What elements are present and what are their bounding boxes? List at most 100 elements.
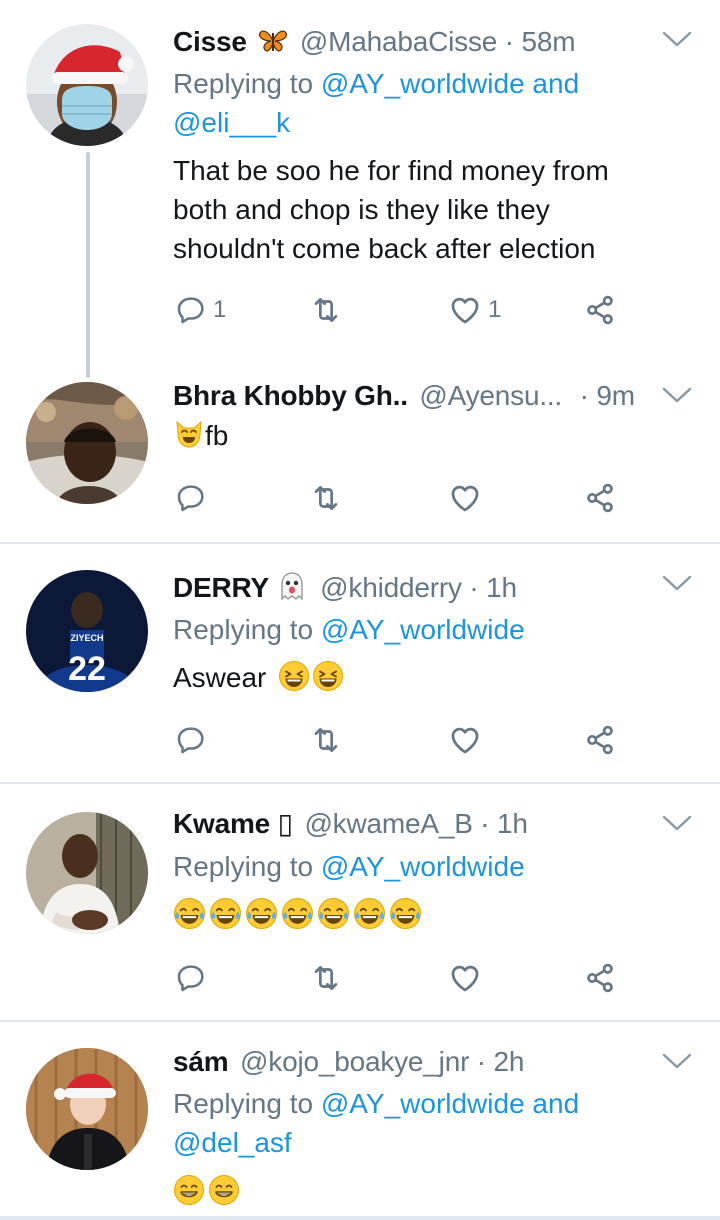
tweet-item[interactable]: Bhra Khobby Gh.. @Ayensu... · 9m fb [0,376,720,542]
share-button[interactable] [583,288,617,332]
like-icon [448,961,482,995]
chevron-down-icon[interactable] [660,384,694,406]
display-name[interactable]: Bhra Khobby Gh.. [173,380,408,411]
tweet-timestamp[interactable]: 1h [497,808,528,839]
tweet-item[interactable]: Cisse @MahabaCisse · 58m Replying to @AY… [0,0,720,376]
tears-of-joy-icon [209,897,242,930]
chevron-down-icon[interactable] [660,28,694,50]
replying-to-label: Replying to [173,851,314,882]
share-icon [583,293,617,327]
retweet-button[interactable] [309,956,343,1000]
like-button[interactable] [448,956,482,1000]
reply-button[interactable]: 1 [175,288,226,332]
reply-button[interactable] [175,476,207,520]
reply-button[interactable] [175,718,207,762]
reply-button[interactable] [175,956,207,1000]
jersey-name: ZIYECH [70,633,103,643]
share-icon [583,961,617,995]
replying-to-line: Replying to @AY_worldwide [173,848,525,886]
retweet-button[interactable] [309,476,343,520]
retweet-icon [309,723,343,757]
avatar[interactable] [26,1048,148,1170]
avatar[interactable] [26,24,148,146]
tweet-item[interactable]: sám @kojo_boakye_jnr · 2h Replying to @A… [0,1022,720,1220]
tears-of-joy-icon [173,897,206,930]
user-handle[interactable]: @khidderry [320,572,462,603]
tweet-text: That be soo he for find money from both … [173,151,673,268]
reply-count: 1 [213,296,227,323]
replying-to-label: Replying to [173,1088,314,1119]
like-button[interactable] [448,718,482,762]
share-button[interactable] [583,956,617,1000]
tweet-text [173,896,673,935]
tweet-header: DERRY @khidderry · 1h [173,570,517,610]
beaming-face-icon [208,1174,240,1206]
chevron-down-icon[interactable] [660,1050,694,1072]
retweet-button[interactable] [309,718,343,762]
like-icon [448,481,482,515]
chevron-down-icon[interactable] [660,812,694,834]
user-handle[interactable]: @Ayensu... [419,380,562,411]
like-button[interactable]: 1 [448,288,501,332]
reply-icon [175,294,207,326]
mention-link[interactable]: @eli___k [173,107,290,138]
replying-to-line-2: @eli___k [173,104,290,142]
tweet-text-line: both and chop is they like they [173,194,550,225]
display-name[interactable]: Kwame [173,808,270,839]
tweet-text: Aswear [173,658,673,697]
retweet-button[interactable] [309,288,343,332]
chevron-down-icon[interactable] [660,572,694,594]
separator-dot: · [579,380,589,411]
like-icon [448,723,482,757]
mention-link[interactable]: @AY_worldwide [321,614,525,645]
tweet-text: fb [173,416,673,460]
display-name[interactable]: Cisse [173,26,247,57]
avatar[interactable] [26,382,148,504]
mention-link[interactable]: @del_asf [173,1127,292,1158]
grinning-squinting-face-icon [312,660,344,692]
tweet-divider [0,1216,720,1220]
avatar[interactable] [26,812,148,934]
tweet-text-content: fb [205,420,229,451]
retweet-icon [309,293,343,327]
like-button[interactable] [448,476,482,520]
user-handle[interactable]: @kwameA_B [304,808,472,839]
separator-dot: · [476,1046,486,1077]
mention-link[interactable]: @AY_worldwide and [321,1088,579,1119]
separator-dot: · [469,572,479,603]
replying-to-line-2: @del_asf [173,1124,292,1162]
display-name[interactable]: sám [173,1046,229,1077]
tweet-item[interactable]: Kwame ▯ @kwameA_B · 1h Replying to @AY_w… [0,784,720,1020]
tweet-text-line: That be soo he for find money from [173,155,609,186]
replying-to-label: Replying to [173,614,314,645]
mention-link[interactable]: @AY_worldwide [321,851,525,882]
butterfly-icon [258,27,288,64]
smiling-cat-emoji-icon [173,418,205,460]
tweet-timestamp[interactable]: 9m [596,380,635,411]
tweet-timestamp[interactable]: 1h [486,572,517,603]
tweet-timestamp[interactable]: 2h [494,1046,525,1077]
reply-icon [175,724,207,756]
tweet-timestamp[interactable]: 58m [521,26,575,57]
avatar[interactable]: ZIYECH 22 [26,570,148,692]
replying-to-line: Replying to @AY_worldwide [173,611,525,649]
separator-dot: · [480,808,490,839]
like-icon [448,293,482,327]
tweet-actions [173,956,653,1000]
tweet-actions: 1 1 [173,288,653,332]
replying-to-line: Replying to @AY_worldwide and [173,1085,579,1123]
grinning-squinting-face-icon [278,660,310,692]
tweet-text-line: shouldn't come back after election [173,233,596,264]
retweet-icon [309,481,343,515]
tears-of-joy-icon [353,897,386,930]
display-name[interactable]: DERRY [173,572,269,603]
user-handle[interactable]: @kojo_boakye_jnr [240,1046,469,1077]
user-handle[interactable]: @MahabaCisse [300,26,497,57]
tears-of-joy-icon [281,897,314,930]
tweet-text-content: Aswear [173,662,267,693]
share-icon [583,723,617,757]
mention-link[interactable]: @AY_worldwide and [321,68,579,99]
share-button[interactable] [583,476,617,520]
share-button[interactable] [583,718,617,762]
tweet-item[interactable]: ZIYECH 22 DERRY @khidderry · 1h Replying… [0,544,720,782]
